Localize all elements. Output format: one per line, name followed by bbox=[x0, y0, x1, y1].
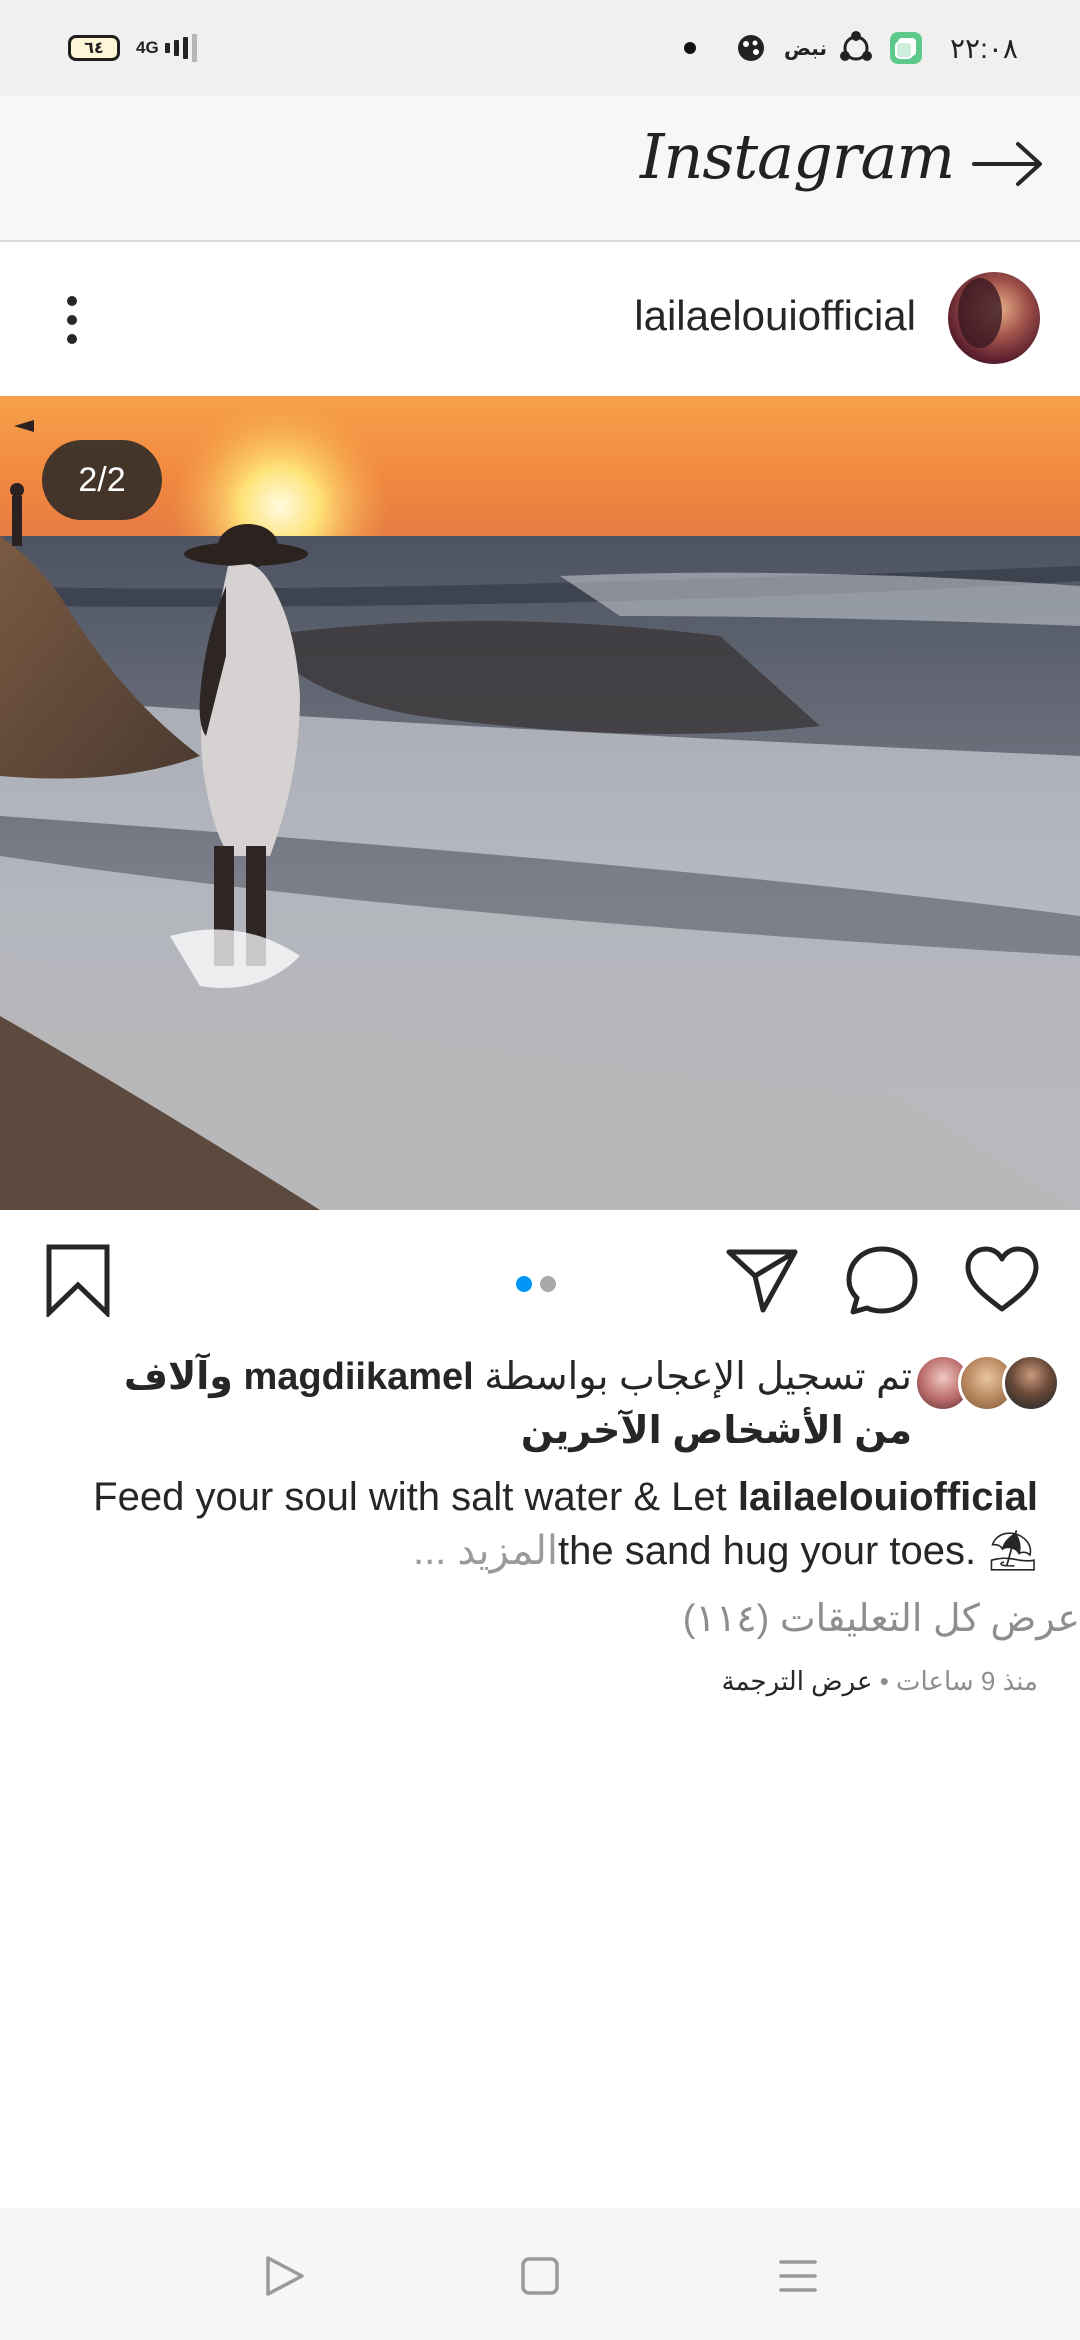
system-nav-bar bbox=[0, 2208, 1080, 2340]
post-meta: منذ 9 ساعات • عرض الترجمة bbox=[138, 1666, 1038, 1697]
carousel-indicator bbox=[516, 1276, 556, 1292]
liker-username[interactable]: magdiikamel bbox=[243, 1356, 473, 1398]
view-all-comments-link[interactable]: عرض كل التعليقات (١١٤) bbox=[180, 1596, 1080, 1641]
liker-avatar bbox=[1002, 1354, 1060, 1412]
post-time-ago: منذ 9 ساعات bbox=[896, 1666, 1038, 1696]
comment-bubble-icon bbox=[846, 1246, 918, 1315]
triangle-back-icon bbox=[266, 2256, 304, 2296]
post-actions bbox=[0, 1210, 1080, 1340]
carousel-dot-1 bbox=[516, 1276, 532, 1292]
network-type: 4G bbox=[136, 38, 159, 57]
more-options-button[interactable] bbox=[50, 288, 94, 352]
share-app-icon bbox=[838, 0, 874, 96]
nav-back-button[interactable] bbox=[252, 2244, 316, 2308]
like-button[interactable] bbox=[960, 1238, 1044, 1322]
carousel-counter: 2/2 bbox=[42, 440, 162, 520]
signal-icon: 4G bbox=[136, 0, 197, 96]
battery-icon: ٦٤ bbox=[68, 0, 120, 96]
beach-sunset-image bbox=[0, 396, 1080, 1210]
pulse-app-label: نبض bbox=[784, 37, 827, 60]
post-header: lailaelouiofficial bbox=[0, 244, 1080, 396]
caption-line-1: Feed your soul with salt water & Let lai… bbox=[60, 1470, 1038, 1524]
liker-avatars bbox=[914, 1354, 1060, 1414]
likes-prefix: تم تسجيل الإعجاب بواسطة bbox=[484, 1356, 912, 1398]
see-translation-link[interactable]: عرض الترجمة bbox=[722, 1666, 873, 1696]
game-app-icon bbox=[736, 0, 766, 96]
menu-lines-icon bbox=[779, 2260, 817, 2292]
notification-dot-icon bbox=[684, 0, 696, 96]
paper-plane-icon bbox=[726, 1249, 798, 1313]
bookmark-icon bbox=[46, 1244, 110, 1317]
meta-separator: • bbox=[872, 1666, 897, 1696]
nav-recents-button[interactable] bbox=[766, 2244, 830, 2308]
carousel-dot-2 bbox=[540, 1276, 556, 1292]
forward-button[interactable] bbox=[968, 132, 1048, 196]
caption-more-link[interactable]: ... المزيد bbox=[413, 1529, 558, 1573]
nav-home-button[interactable] bbox=[508, 2244, 572, 2308]
status-bar: ٦٤ 4G نبض ٢٢:٠٨ bbox=[0, 0, 1080, 96]
battery-level: ٦٤ bbox=[68, 35, 120, 61]
instagram-logo: Instagram bbox=[640, 120, 955, 193]
arrow-right-icon bbox=[972, 142, 1042, 186]
post-caption: Feed your soul with salt water & Let lai… bbox=[60, 1470, 1038, 1578]
green-app-icon bbox=[888, 0, 924, 96]
likes-summary[interactable]: تم تسجيل الإعجاب بواسطة magdiikamel وآلا… bbox=[60, 1350, 1060, 1460]
save-button[interactable] bbox=[36, 1238, 120, 1322]
post-avatar[interactable] bbox=[948, 272, 1040, 364]
share-button[interactable] bbox=[720, 1238, 804, 1322]
more-vertical-icon bbox=[67, 296, 77, 344]
app-header: Instagram bbox=[0, 96, 1080, 242]
post-username[interactable]: lailaelouiofficial bbox=[634, 292, 916, 340]
caption-text-2: the sand hug your toes. ⛱ bbox=[558, 1529, 1038, 1573]
likes-text: تم تسجيل الإعجاب بواسطة magdiikamel وآلا… bbox=[62, 1350, 912, 1458]
caption-username[interactable]: lailaelouiofficial bbox=[738, 1475, 1038, 1519]
square-home-icon bbox=[521, 2257, 559, 2295]
clock: ٢٢:٠٨ bbox=[950, 32, 1018, 64]
post-photo[interactable]: 2/2 bbox=[0, 396, 1080, 1210]
caption-line-2: ... المزيدthe sand hug your toes. ⛱ bbox=[60, 1524, 1038, 1578]
caption-text-1: Feed your soul with salt water & Let bbox=[93, 1475, 727, 1519]
heart-icon bbox=[965, 1246, 1039, 1312]
comment-button[interactable] bbox=[840, 1238, 924, 1322]
